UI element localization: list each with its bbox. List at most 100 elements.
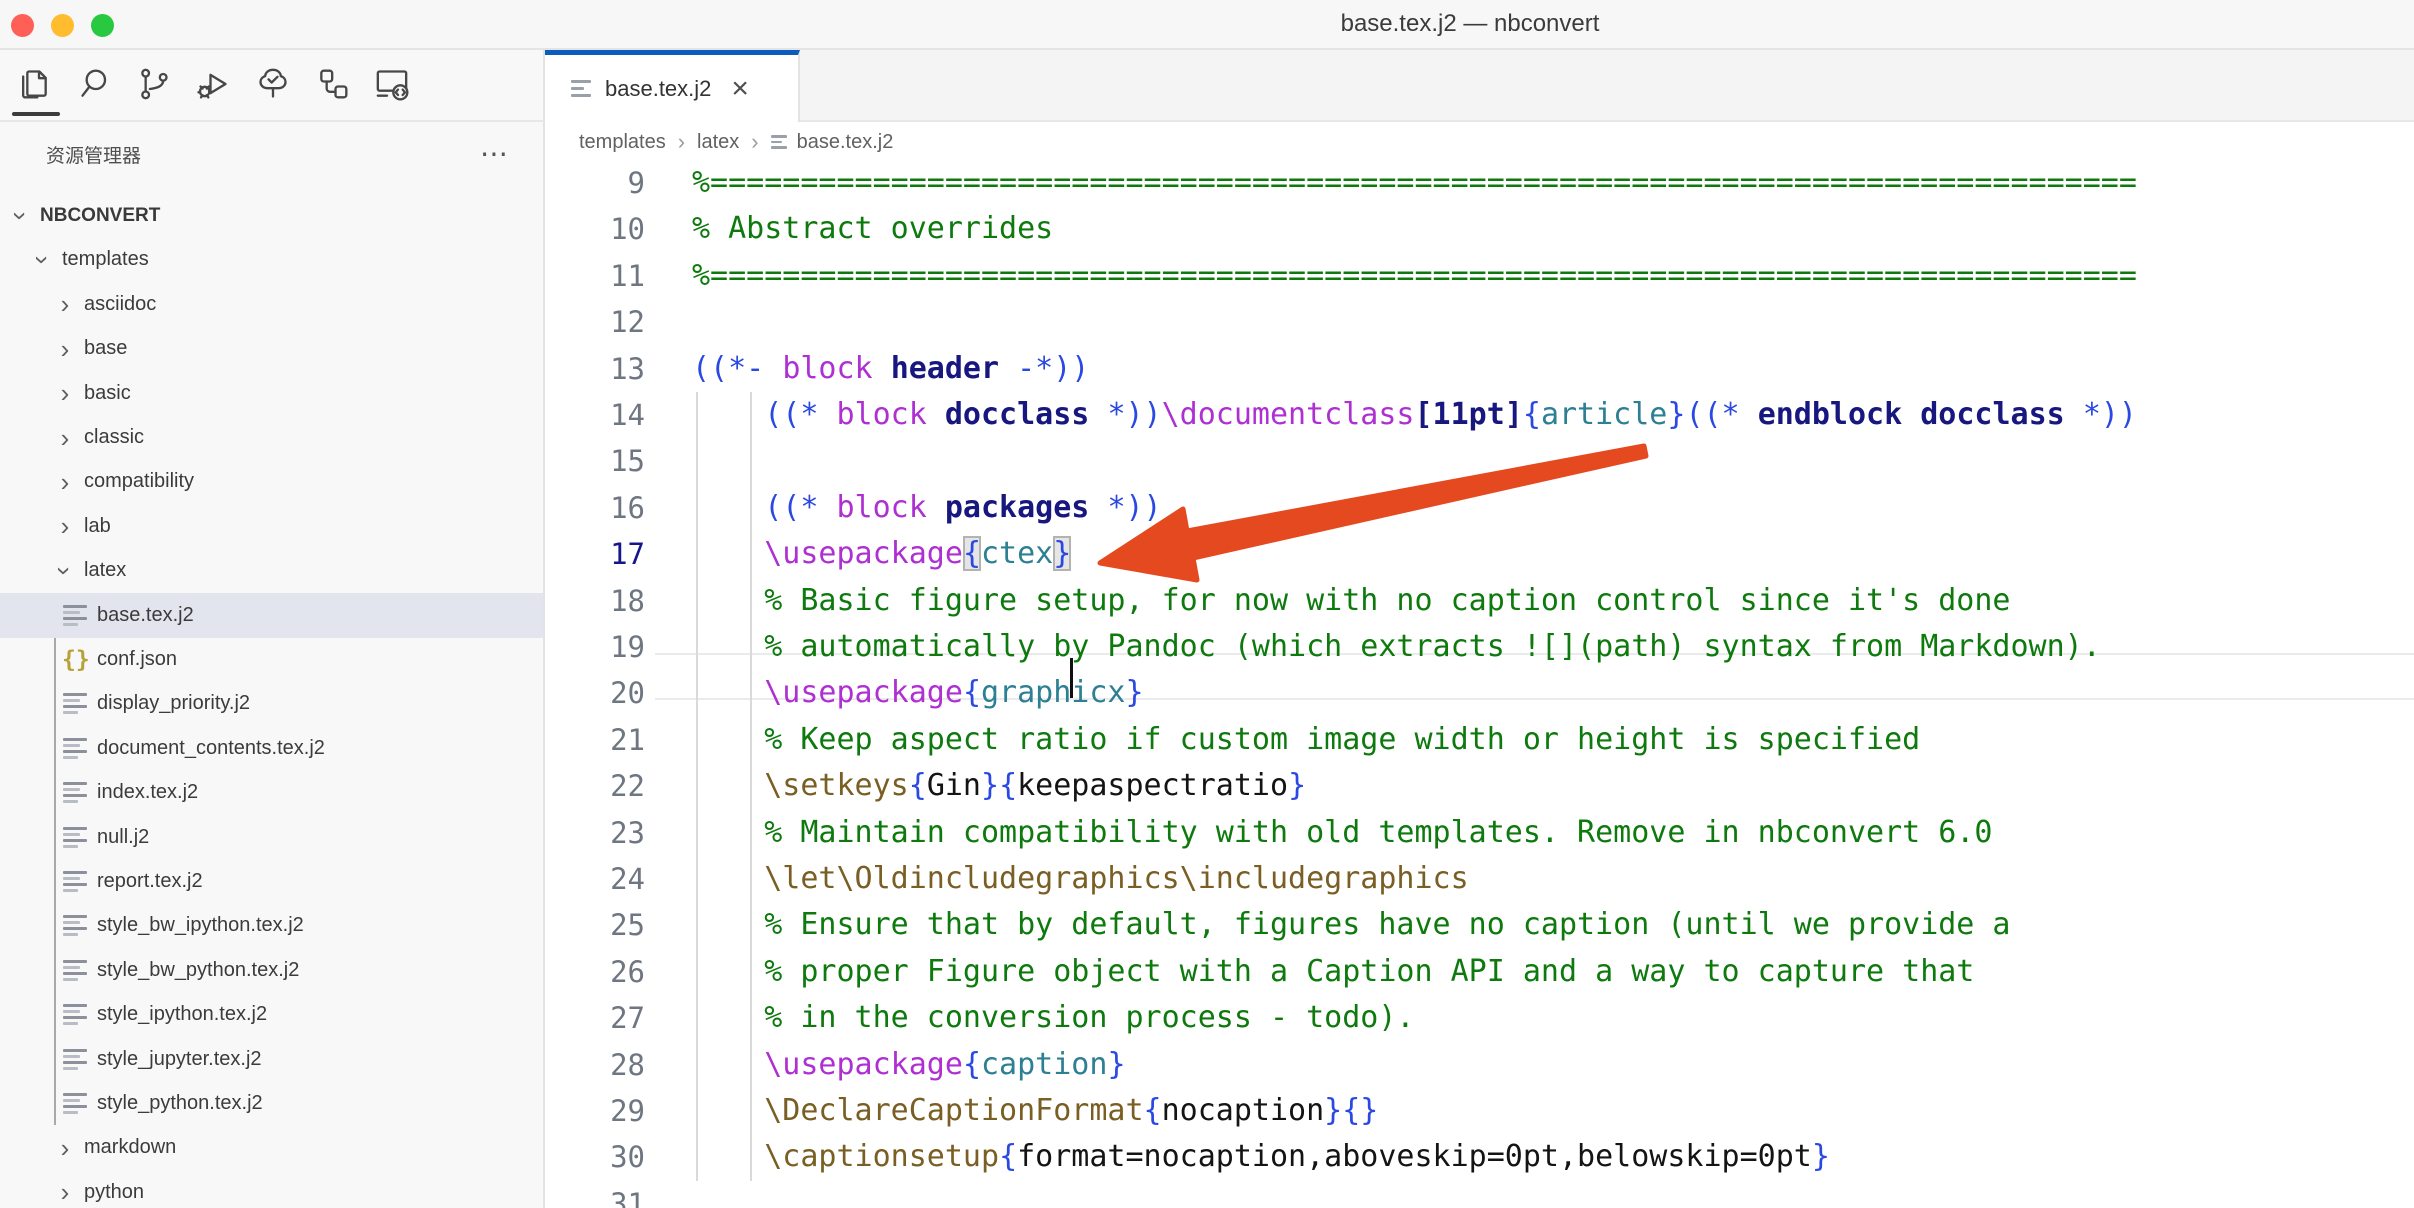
line-number: 21 [545,717,645,763]
line-number: 10 [545,206,645,252]
tree-item-latex[interactable]: ›latex [0,548,543,593]
line-number: 20 [545,670,645,716]
line-number: 11 [545,253,645,299]
text-cursor [1070,658,1073,698]
line-number: 16 [545,485,645,531]
tree-item-style-jupyter-tex-j2[interactable]: style_jupyter.tex.j2 [0,1037,543,1082]
sidebar-more-actions-icon[interactable]: ⋯ [480,122,510,192]
code-line-23: % Maintain compatibility with old templa… [692,810,1992,856]
tree-item-compatibility[interactable]: ›compatibility [0,459,543,504]
line-number: 14 [545,392,645,438]
file-lines-icon [63,693,89,714]
tree-item-lab[interactable]: ›lab [0,504,543,549]
tree-item-index-tex-j2[interactable]: index.tex.j2 [0,770,543,815]
tree-item-conf-json[interactable]: {}conf.json [0,637,543,682]
chevron-right-icon: › [54,471,76,493]
search-icon[interactable] [72,61,118,107]
chevron-down-icon: › [10,205,32,227]
editor-group: templates›latex›base.tex.j2 910111213141… [545,122,2414,1208]
line-number: 25 [545,902,645,948]
zoom-window-icon[interactable] [91,14,114,37]
remote-explorer-icon[interactable] [369,61,415,107]
chevron-right-icon: › [54,338,76,360]
code-line-14: ((* block docclass *))\documentclass[11p… [692,392,2137,438]
tab-base-tex-j2[interactable]: base.tex.j2 × [545,50,800,122]
line-number: 19 [545,624,645,670]
source-control-icon[interactable] [131,61,177,107]
code-line-16: ((* block packages *)) [692,485,1162,531]
code-line-29: \DeclareCaptionFormat{nocaption}{} [692,1088,1378,1134]
active-activity-underline [12,112,60,116]
breadcrumb-item-templates[interactable]: templates [579,131,666,154]
code-editor[interactable]: 9101112131415161718192021222324252627282… [545,160,2414,1208]
code-line-10: % Abstract overrides [692,206,1053,252]
line-number: 13 [545,346,645,392]
file-lines-icon [63,1004,89,1025]
tree-item-markdown[interactable]: ›markdown [0,1125,543,1170]
line-number: 12 [545,299,645,345]
line-number: 22 [545,763,645,809]
file-lines-icon [63,827,89,848]
testing-icon[interactable] [250,61,296,107]
line-number: 9 [545,160,645,206]
file-lines-icon [63,871,89,892]
file-lines-icon [63,738,89,759]
code-line-9: %=======================================… [692,160,2137,206]
line-number: 15 [545,438,645,484]
line-number: 27 [545,995,645,1041]
explorer-icon[interactable] [11,61,57,107]
file-lines-icon [63,915,89,936]
tree-item-templates[interactable]: ›templates [0,237,543,282]
tree-item-document-contents-tex-j2[interactable]: document_contents.tex.j2 [0,726,543,771]
tree-item-display-priority-j2[interactable]: display_priority.j2 [0,681,543,726]
top-band: base.tex.j2 × [0,50,2414,122]
chevron-right-icon: › [54,382,76,404]
file-tree: ›NBCONVERT›templates›asciidoc›base›basic… [0,193,543,1208]
json-icon: {} [62,647,90,673]
tree-item-null-j2[interactable]: null.j2 [0,815,543,860]
close-window-icon[interactable] [11,14,34,37]
breadcrumb-item-base-tex-j2[interactable]: base.tex.j2 [771,131,894,154]
tree-item-style-ipython-tex-j2[interactable]: style_ipython.tex.j2 [0,992,543,1037]
tree-item-basic[interactable]: ›basic [0,371,543,416]
tree-item-base[interactable]: ›base [0,326,543,371]
tree-item-classic[interactable]: ›classic [0,415,543,460]
code-line-28: \usepackage{caption} [692,1042,1126,1088]
file-lines-icon [771,135,787,149]
file-lines-icon [63,782,89,803]
tree-item-base-tex-j2[interactable]: base.tex.j2 [0,593,543,638]
chevron-right-icon: › [54,515,76,537]
chevron-down-icon: › [54,560,76,582]
code-line-24: \let\Oldincludegraphics\includegraphics [692,856,1469,902]
window-title: base.tex.j2 — nbconvert [1341,0,1600,48]
file-lines-icon [571,80,591,97]
line-number: 18 [545,578,645,624]
chevron-right-icon: › [54,1181,76,1203]
sidebar-title: 资源管理器 [46,122,141,192]
tree-item-style-python-tex-j2[interactable]: style_python.tex.j2 [0,1081,543,1126]
code-line-19: % automatically by Pandoc (which extract… [692,624,2101,670]
sidebar-explorer: 资源管理器 ⋯ ›NBCONVERT›templates›asciidoc›ba… [0,122,545,1208]
chevron-down-icon: › [32,249,54,271]
tree-item-style-bw-python-tex-j2[interactable]: style_bw_python.tex.j2 [0,948,543,993]
activity-bar [0,50,545,122]
tree-item-style-bw-ipython-tex-j2[interactable]: style_bw_ipython.tex.j2 [0,903,543,948]
line-number: 31 [545,1181,645,1208]
code-line-26: % proper Figure object with a Caption AP… [692,949,1974,995]
run-and-debug-icon[interactable] [190,61,236,107]
breadcrumb-item-latex[interactable]: latex [697,131,739,154]
file-lines-icon [63,605,89,626]
tree-item-python[interactable]: ›python [0,1170,543,1208]
tree-item-report-tex-j2[interactable]: report.tex.j2 [0,859,543,904]
tree-item-asciidoc[interactable]: ›asciidoc [0,282,543,327]
code-line-18: % Basic figure setup, for now with no ca… [692,578,2011,624]
vscode-window: base.tex.j2 — nbconvert [0,0,2414,1208]
line-number: 17 [545,531,645,577]
tree-item-nbconvert[interactable]: ›NBCONVERT [0,193,543,238]
tab-close-icon[interactable]: × [731,74,749,104]
references-icon[interactable] [310,61,356,107]
line-number: 29 [545,1088,645,1134]
line-number: 24 [545,856,645,902]
minimize-window-icon[interactable] [51,14,74,37]
line-number: 30 [545,1134,645,1180]
